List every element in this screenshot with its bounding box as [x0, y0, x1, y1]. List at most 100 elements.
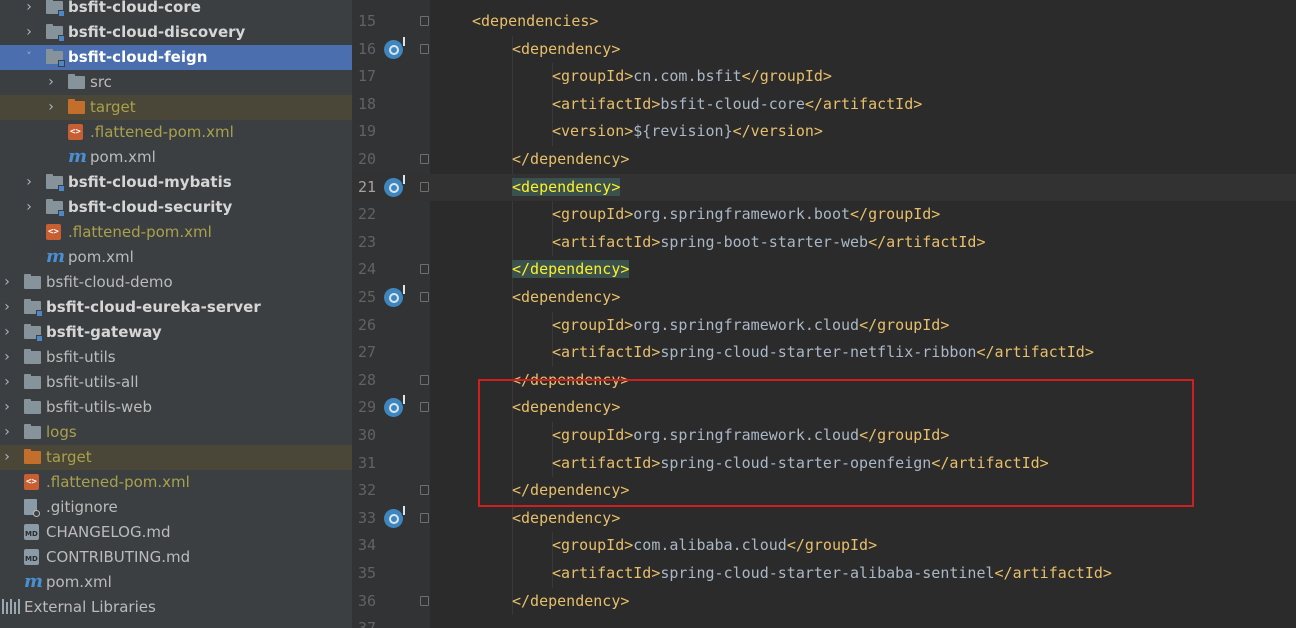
tree-item-label: src	[90, 73, 112, 91]
tree-item[interactable]: <> .flattened-pom.xml	[0, 470, 352, 495]
tree-item[interactable]: m pom.xml	[0, 245, 352, 270]
code-line[interactable]: 22 <groupId>org.springframework.boot</gro…	[352, 201, 1296, 229]
tree-item[interactable]: › bsfit-cloud-discovery	[0, 20, 352, 45]
chevron-right-icon[interactable]: ›	[1, 398, 13, 416]
chevron-right-icon[interactable]: ›	[1, 448, 13, 466]
code-line[interactable]: 37	[352, 615, 1296, 628]
tree-item[interactable]: › target	[0, 445, 352, 470]
tree-item[interactable]: › src	[0, 70, 352, 95]
tree-item[interactable]: › bsfit-utils	[0, 345, 352, 370]
tree-item[interactable]: › logs	[0, 420, 352, 445]
chevron-right-icon[interactable]: ›	[45, 73, 57, 91]
code-line[interactable]: 17 <groupId>cn.com.bsfit</groupId>	[352, 63, 1296, 91]
code-editor[interactable]: 15 <dependencies> 16 <dependency> 17 <groupId…	[352, 0, 1296, 628]
code-line[interactable]: 19 <version>${revision}</version>	[352, 118, 1296, 146]
code-text: <artifactId>spring-cloud-starter-alibaba…	[552, 560, 1112, 588]
tree-item-label: bsfit-cloud-feign	[68, 48, 208, 66]
tree-item-label: bsfit-utils-web	[46, 398, 153, 416]
tree-item[interactable]: MD CONTRIBUTING.md	[0, 545, 352, 570]
navigate-dependency-icon[interactable]	[384, 395, 405, 418]
xml-tag: </artifactId>	[804, 94, 923, 113]
line-number: 18	[357, 94, 376, 113]
tree-item[interactable]: m pom.xml	[0, 145, 352, 170]
tree-item[interactable]: › target	[0, 95, 352, 120]
fold-marker-icon[interactable]	[420, 264, 429, 275]
line-number: 24	[357, 260, 376, 279]
tree-item[interactable]: MD CHANGELOG.md	[0, 520, 352, 545]
code-line[interactable]: 20 </dependency>	[352, 146, 1296, 174]
navigate-dependency-icon[interactable]	[384, 505, 405, 528]
xml-text: spring-cloud-starter-netflix-ribbon	[660, 343, 977, 362]
code-line[interactable]: 26 <groupId>org.springframework.cloud</gr…	[352, 312, 1296, 340]
tree-item[interactable]: m pom.xml	[0, 570, 352, 595]
fold-marker-icon[interactable]	[420, 154, 429, 164]
chevron-right-icon[interactable]: ›	[1, 423, 13, 441]
fold-marker-icon[interactable]	[420, 181, 429, 192]
tree-item-label: bsfit-utils	[46, 348, 116, 366]
tree-item[interactable]: › bsfit-cloud-eureka-server	[0, 295, 352, 320]
line-number: 21	[357, 177, 376, 196]
chevron-down-icon[interactable]: ˅	[23, 48, 35, 66]
xml-tag: </artifactId>	[976, 343, 1094, 362]
navigate-dependency-icon[interactable]	[384, 174, 405, 197]
xml-file-icon: <>	[24, 474, 39, 490]
tree-item[interactable]: › bsfit-cloud-mybatis	[0, 170, 352, 195]
tree-item[interactable]: › bsfit-gateway	[0, 320, 352, 345]
tree-item[interactable]: <> .flattened-pom.xml	[0, 220, 352, 245]
tree-item[interactable]: › bsfit-cloud-core	[0, 0, 352, 20]
fold-marker-icon[interactable]	[420, 512, 429, 523]
code-line[interactable]: 21 <dependency>	[352, 173, 1296, 202]
chevron-right-icon[interactable]: ›	[1, 273, 13, 291]
chevron-right-icon[interactable]: ›	[1, 298, 13, 316]
xml-tag: </groupId>	[786, 536, 878, 555]
chevron-right-icon[interactable]: ›	[23, 0, 35, 16]
module-folder-icon	[46, 0, 65, 17]
fold-marker-icon[interactable]	[420, 485, 429, 496]
excluded-folder-icon	[24, 449, 42, 465]
code-line[interactable]: 24 </dependency>	[352, 256, 1296, 284]
code-line[interactable]: 25 <dependency>	[352, 284, 1296, 312]
xml-tag: <dependency>	[512, 177, 621, 196]
tree-item-label: bsfit-utils-all	[46, 373, 139, 391]
tree-item[interactable]: › bsfit-utils-all	[0, 370, 352, 395]
chevron-right-icon[interactable]: ›	[23, 173, 35, 191]
chevron-right-icon[interactable]: ›	[45, 98, 57, 116]
tree-item[interactable]: › bsfit-utils-web	[0, 395, 352, 420]
fold-marker-icon[interactable]	[420, 595, 429, 606]
fold-marker-icon[interactable]	[420, 374, 429, 385]
tree-item[interactable]: <> .flattened-pom.xml	[0, 120, 352, 145]
fold-marker-icon[interactable]	[420, 43, 429, 54]
navigate-dependency-icon[interactable]	[384, 36, 405, 59]
code-line[interactable]: 35 <artifactId>spring-cloud-starter-aliba…	[352, 560, 1296, 588]
chevron-right-icon[interactable]: ›	[23, 23, 35, 41]
chevron-right-icon[interactable]: ›	[1, 323, 13, 341]
navigate-dependency-icon[interactable]	[384, 285, 405, 307]
code-line[interactable]: 18 <artifactId>bsfit-cloud-core</artifact…	[352, 91, 1296, 119]
chevron-right-icon[interactable]: ›	[1, 348, 13, 366]
highlight-annotation-box	[478, 379, 1194, 507]
fold-marker-icon[interactable]	[420, 402, 429, 413]
code-line[interactable]: 34 <groupId>com.alibaba.cloud</groupId>	[352, 532, 1296, 560]
tree-item[interactable]: External Libraries	[0, 595, 352, 620]
fold-marker-icon[interactable]	[420, 16, 429, 26]
code-line[interactable]: 23 <artifactId>spring-boot-starter-web</a…	[352, 229, 1296, 257]
chevron-right-icon[interactable]: ›	[1, 373, 13, 391]
code-line[interactable]: 16 <dependency>	[352, 36, 1296, 64]
fold-marker-icon[interactable]	[420, 292, 429, 302]
xml-file-icon: <>	[68, 124, 83, 140]
code-text: <artifactId>spring-boot-starter-web</art…	[552, 229, 986, 257]
folder-icon	[24, 374, 42, 390]
maven-file-icon: m	[24, 571, 44, 592]
code-line[interactable]: 36 </dependency>	[352, 588, 1296, 616]
tree-item[interactable]: .gitignore	[0, 495, 352, 520]
tree-item[interactable]: › bsfit-cloud-demo	[0, 270, 352, 295]
tree-item[interactable]: ˅ bsfit-cloud-feign	[0, 45, 352, 70]
tree-item[interactable]: › bsfit-cloud-security	[0, 195, 352, 220]
code-line[interactable]: 33 <dependency>	[352, 505, 1296, 533]
xml-tag: </dependency>	[512, 591, 630, 610]
tree-item-label: .flattened-pom.xml	[46, 473, 190, 491]
line-number: 34	[357, 536, 376, 555]
code-line[interactable]: 15 <dependencies>	[352, 8, 1296, 36]
chevron-right-icon[interactable]: ›	[23, 198, 35, 216]
code-line[interactable]: 27 <artifactId>spring-cloud-starter-netfl…	[352, 339, 1296, 367]
